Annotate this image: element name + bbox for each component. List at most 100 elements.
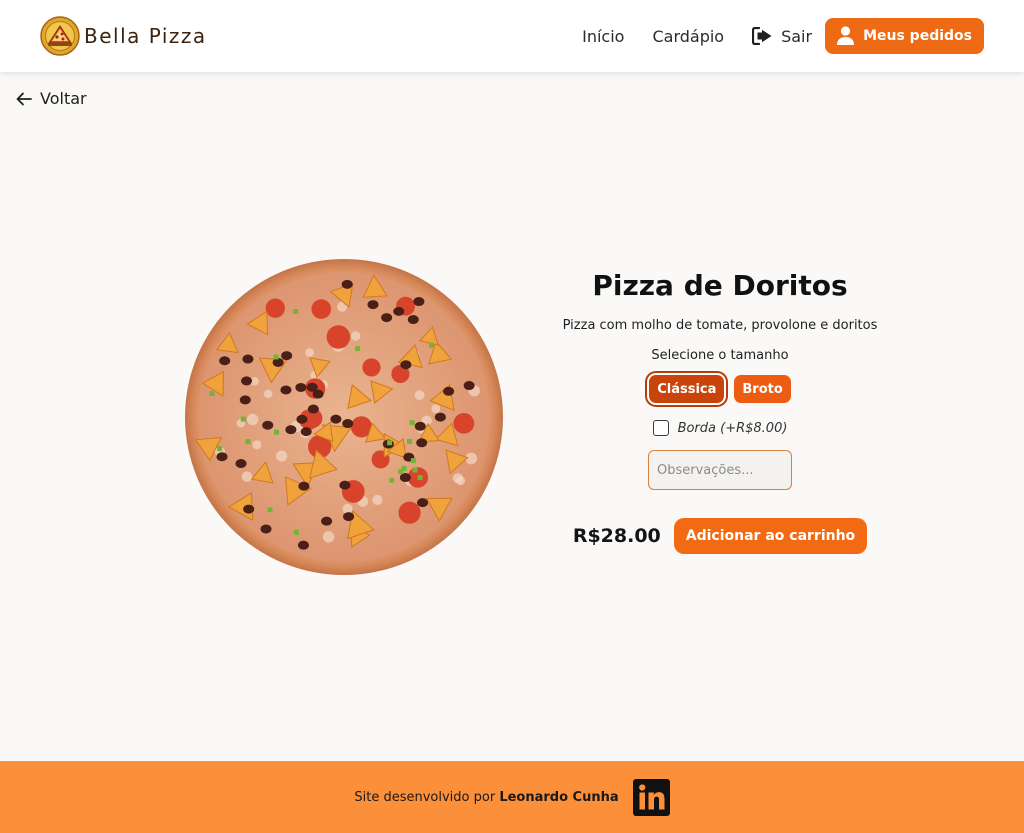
green-pepper-piece <box>273 354 279 360</box>
pepperoni-slice <box>265 298 285 318</box>
pepperoni-slice <box>362 358 381 377</box>
bella-pizza-logo <box>40 16 80 56</box>
green-pepper-piece <box>273 429 279 435</box>
green-pepper-piece <box>389 477 395 483</box>
olive-slice <box>243 504 255 514</box>
logout-label: Sair <box>781 26 813 46</box>
add-to-cart-button[interactable]: Adicionar ao carrinho <box>673 518 868 554</box>
product-detail: Pizza de Doritos Pizza com molho de toma… <box>540 268 900 554</box>
olive-slice <box>239 395 251 405</box>
olive-slice <box>242 354 254 364</box>
observations-input[interactable] <box>648 450 792 490</box>
olive-slice <box>241 376 253 386</box>
olive-slice <box>434 412 446 422</box>
back-label: Voltar <box>40 89 87 108</box>
onion-slice <box>241 471 253 482</box>
olive-slice <box>417 498 429 508</box>
footer-credit: Site desenvolvido por Leonardo Cunha <box>354 790 618 805</box>
purchase-row: R$28.00 Adicionar ao carrinho <box>573 518 868 554</box>
olive-slice <box>414 421 426 431</box>
olive-slice <box>280 385 292 395</box>
olive-slice <box>235 459 247 469</box>
back-link[interactable]: Voltar <box>16 89 87 108</box>
olive-slice <box>416 438 428 448</box>
onion-slice <box>322 531 335 543</box>
green-pepper-piece <box>387 440 393 446</box>
olive-slice <box>399 473 411 483</box>
footer-author[interactable]: Leonardo Cunha <box>499 790 618 805</box>
olive-slice <box>297 540 309 550</box>
green-pepper-piece <box>267 507 273 513</box>
onion-slice <box>372 494 383 506</box>
olive-slice <box>321 516 333 526</box>
olive-slice <box>260 524 272 534</box>
olive-slice <box>339 480 351 490</box>
onion-slice <box>305 348 314 357</box>
green-pepper-piece <box>417 475 423 481</box>
nav-link-cardapio[interactable]: Cardápio <box>652 27 724 46</box>
olive-slice <box>298 481 310 491</box>
onion-slice <box>246 413 259 426</box>
my-orders-button[interactable]: Meus pedidos <box>825 18 984 54</box>
product-description: Pizza com molho de tomate, provolone e d… <box>562 318 878 333</box>
top-navbar: Bella Pizza Início Cardápio Sair Meus pe… <box>0 0 1024 72</box>
olive-slice <box>281 351 293 361</box>
green-pepper-piece <box>245 439 251 445</box>
olive-slice <box>400 360 412 370</box>
olive-slice <box>342 419 354 429</box>
onion-slice <box>431 404 441 414</box>
borda-checkbox[interactable] <box>652 420 669 436</box>
logout-link[interactable]: Sair <box>752 27 812 46</box>
user-icon <box>837 26 855 45</box>
pizza-image <box>185 259 503 575</box>
olive-slice <box>296 414 308 424</box>
my-orders-label: Meus pedidos <box>863 28 972 44</box>
olive-slice <box>216 452 228 462</box>
green-pepper-piece <box>293 529 299 535</box>
olive-slice <box>262 420 274 430</box>
olive-slice <box>413 297 425 307</box>
green-pepper-piece <box>409 420 415 426</box>
onion-slice <box>351 331 361 341</box>
pepperoni-slice <box>326 325 351 349</box>
pepperoni-slice <box>398 501 421 524</box>
green-pepper-piece <box>401 465 407 471</box>
olive-slice <box>381 313 393 323</box>
size-prompt: Selecione o tamanho <box>651 348 789 363</box>
size-options: Clássica Broto <box>649 375 791 403</box>
footer-credit-text: Site desenvolvido por <box>354 789 496 805</box>
pepperoni-slice <box>311 299 332 319</box>
size-option-broto[interactable]: Broto <box>734 375 791 403</box>
arrow-left-icon <box>16 92 32 105</box>
olive-slice <box>285 425 297 435</box>
green-pepper-piece <box>240 416 246 422</box>
main-nav: Início Cardápio Sair Meus pedidos <box>582 18 984 54</box>
brand[interactable]: Bella Pizza <box>40 16 207 56</box>
green-pepper-piece <box>217 446 223 452</box>
olive-slice <box>367 300 379 310</box>
green-pepper-piece <box>209 390 215 396</box>
olive-slice <box>300 427 312 437</box>
olive-slice <box>307 404 319 414</box>
olive-slice <box>407 315 419 325</box>
linkedin-icon[interactable] <box>632 778 670 816</box>
onion-slice <box>276 450 288 462</box>
size-option-classica[interactable]: Clássica <box>649 375 725 403</box>
green-pepper-piece <box>428 342 434 348</box>
olive-slice <box>463 381 475 391</box>
pepperoni-slice <box>453 413 475 434</box>
green-pepper-piece <box>410 458 416 464</box>
olive-slice <box>219 356 231 366</box>
green-pepper-piece <box>355 346 361 352</box>
product-title: Pizza de Doritos <box>592 269 848 302</box>
nav-link-inicio[interactable]: Início <box>582 27 624 46</box>
onion-slice <box>414 390 425 401</box>
olive-slice <box>295 382 307 392</box>
olive-slice <box>312 389 324 399</box>
footer: Site desenvolvido por Leonardo Cunha <box>0 761 1024 833</box>
borda-option[interactable]: Borda (+R$8.00) <box>652 420 787 436</box>
onion-slice <box>252 440 262 450</box>
green-pepper-piece <box>407 438 413 444</box>
onion-slice <box>263 389 273 399</box>
olive-slice <box>343 512 355 522</box>
